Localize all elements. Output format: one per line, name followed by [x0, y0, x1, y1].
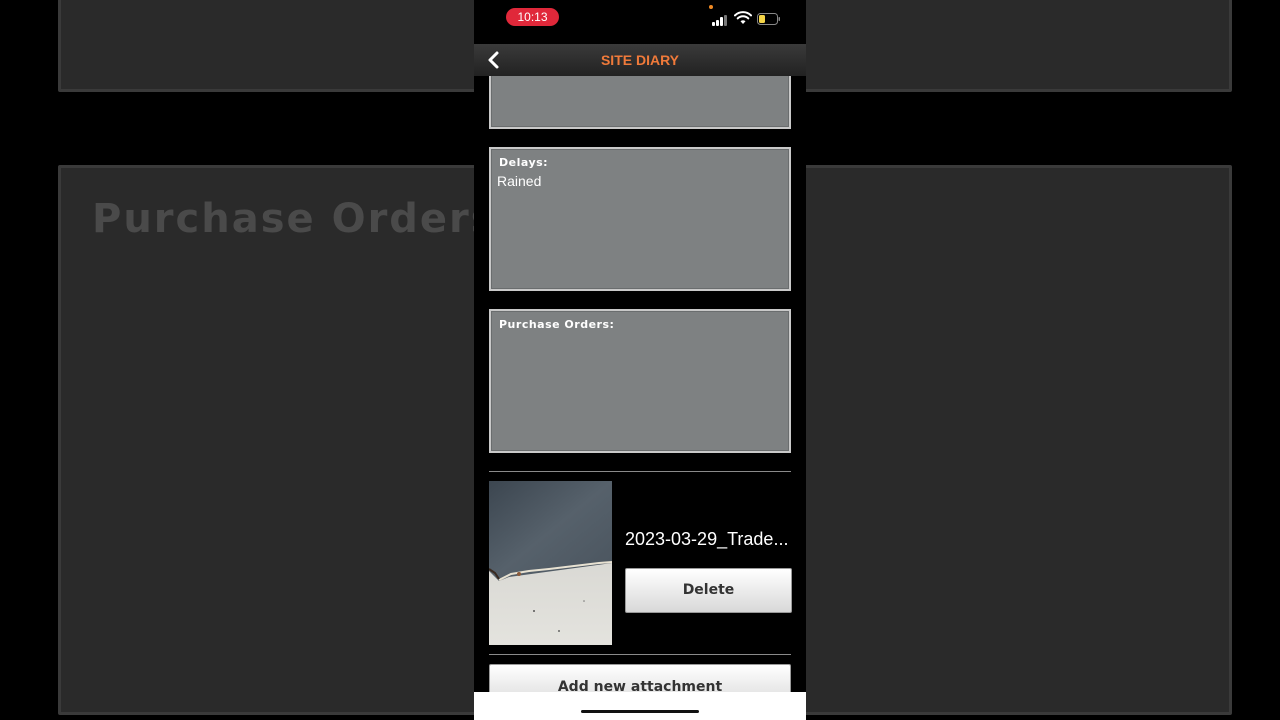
add-attachment-button[interactable]: Add new attachment — [489, 664, 791, 694]
wifi-icon — [734, 11, 752, 24]
divider — [489, 654, 791, 655]
battery-icon — [757, 13, 780, 25]
attachment-thumbnail[interactable] — [489, 481, 612, 645]
delays-field[interactable]: Delays: Rained — [489, 147, 791, 291]
status-bar: 10:13 — [474, 0, 806, 44]
previous-field-box[interactable] — [489, 76, 791, 129]
home-indicator[interactable] — [581, 710, 699, 713]
phone-screen: 10:13 SITE DIARY Delays: Rained Purchase… — [474, 0, 806, 720]
status-time: 10:13 — [506, 8, 559, 26]
divider — [489, 471, 791, 472]
navigation-bar: SITE DIARY — [474, 44, 806, 76]
delete-attachment-button[interactable]: Delete — [625, 568, 792, 613]
diary-content[interactable]: Delays: Rained Purchase Orders: 2023-03-… — [474, 76, 806, 694]
delays-value: Rained — [497, 173, 542, 189]
camera-indicator-icon — [709, 5, 713, 9]
attachment-file-name: 2023-03-29_Trade... — [625, 529, 789, 549]
home-indicator-area — [474, 692, 806, 720]
background-title: Purchase Orders: — [92, 196, 515, 242]
page-title: SITE DIARY — [600, 52, 680, 68]
purchase-orders-label: Purchase Orders: — [499, 318, 615, 331]
delays-label: Delays: — [499, 156, 549, 169]
purchase-orders-field[interactable]: Purchase Orders: — [489, 309, 791, 453]
cellular-signal-icon — [712, 14, 730, 26]
